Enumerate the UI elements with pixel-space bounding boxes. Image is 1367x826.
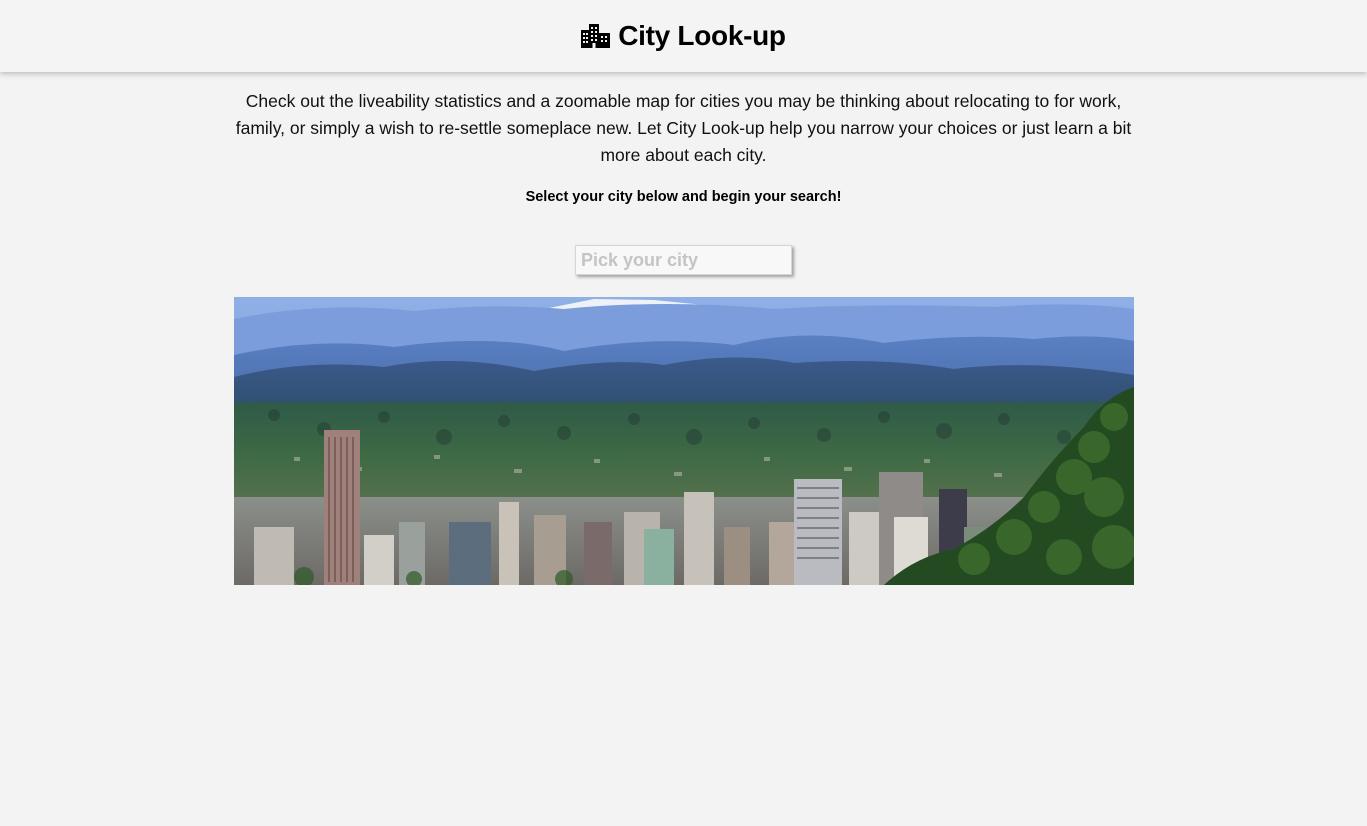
search-wrap — [234, 245, 1134, 275]
brand: City Look-up — [581, 20, 786, 52]
site-title: City Look-up — [618, 20, 786, 51]
city-skyline-photo — [233, 297, 1134, 585]
intro-text: Check out the liveability statistics and… — [235, 91, 1132, 165]
site-header: City Look-up — [0, 0, 1367, 72]
main-content: Check out the liveability statistics and… — [233, 88, 1134, 585]
call-to-action: Select your city below and begin your se… — [525, 189, 842, 205]
city-search-input[interactable] — [575, 245, 792, 275]
city-buildings-icon — [581, 24, 611, 48]
